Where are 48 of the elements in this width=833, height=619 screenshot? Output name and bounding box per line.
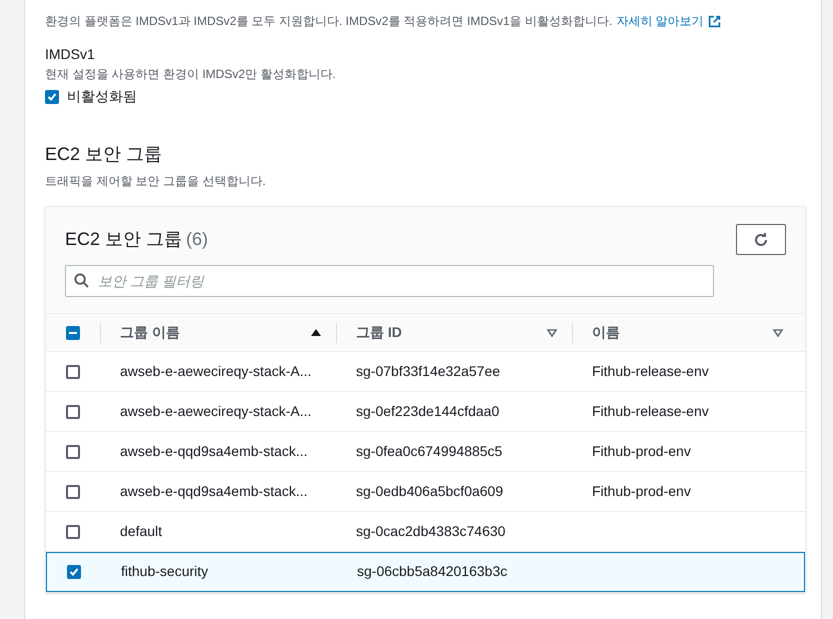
table-cell: awseb-e-qqd9sa4emb-stack... <box>120 482 308 498</box>
row-checkbox[interactable] <box>66 404 80 418</box>
column-header[interactable]: 이름 <box>592 322 620 343</box>
table-title: EC2 보안 그룹 <box>65 228 182 251</box>
table-cell: awseb-e-qqd9sa4emb-stack... <box>120 442 308 458</box>
table-cell: sg-0ef223de144cfdaa0 <box>356 402 500 418</box>
field-hint: 현재 설정을 사용하면 환경이 IMDSv2만 활성화합니다. <box>45 66 337 83</box>
refresh-icon <box>753 232 769 248</box>
row-checkbox[interactable] <box>66 364 80 378</box>
field-label: IMDSv1 <box>45 45 96 64</box>
table-cell: Fithub-prod-env <box>592 482 691 498</box>
table-cell: awseb-e-aewecireqy-stack-A... <box>120 362 312 378</box>
table-cell: sg-0fea0c674994885c5 <box>356 442 502 458</box>
table-cell: awseb-e-aewecireqy-stack-A... <box>120 402 312 418</box>
search-field[interactable]: 보안 그룹 필터링 <box>65 265 714 297</box>
imds-description: 환경의 플랫폼은 IMDSv1과 IMDSv2를 모두 지원합니다. IMDSv2를 적용하려면 IMDSv1을 비활성화합니다. <box>45 13 612 30</box>
row-checkbox[interactable] <box>66 484 80 498</box>
table-cell: fithub-security <box>121 563 208 579</box>
column-header[interactable]: 그룹 이름 <box>120 322 180 343</box>
select-all-checkbox[interactable] <box>66 326 80 340</box>
table-row[interactable]: awseb-e-aewecireqy-stack-A... sg-07bf33f14e32a57ee Fithub-release-env <box>46 352 805 392</box>
table-cell: sg-0edb406a5bcf0a609 <box>356 482 504 498</box>
column-header[interactable]: 그룹 ID <box>356 322 402 343</box>
search-icon <box>74 273 89 288</box>
row-checkbox[interactable] <box>67 565 81 579</box>
table-cell: sg-07bf33f14e32a57ee <box>356 362 500 378</box>
table-row[interactable]: awseb-e-qqd9sa4emb-stack... sg-0fea0c674994885c5 Fithub-prod-env <box>46 432 805 472</box>
row-checkbox[interactable] <box>66 444 80 458</box>
table-row[interactable]: default sg-0cac2db4383c74630 <box>46 512 805 552</box>
table-cell: Fithub-prod-env <box>592 442 691 458</box>
table-cell: default <box>120 522 162 538</box>
section-title: EC2 보안 그룹 <box>45 143 164 166</box>
row-checkbox[interactable] <box>66 524 80 538</box>
sort-icon[interactable] <box>310 327 322 338</box>
checkbox[interactable] <box>45 90 59 104</box>
learn-more-link[interactable]: 자세히 알아보기 <box>616 12 704 30</box>
external-link-icon <box>708 14 721 28</box>
table-cell: Fithub-release-env <box>592 362 709 378</box>
table-row[interactable]: awseb-e-aewecireqy-stack-A... sg-0ef223de144cfdaa0 Fithub-release-env <box>46 392 805 432</box>
table-row[interactable]: fithub-security sg-06cbb5a8420163b3c <box>46 552 805 592</box>
table-cell: sg-0cac2db4383c74630 <box>356 522 506 538</box>
checkbox-label: 비활성화됨 <box>67 87 137 106</box>
table-cell: sg-06cbb5a8420163b3c <box>357 563 508 579</box>
section-description: 트래픽을 제어할 보안 그룹을 선택합니다. <box>45 173 267 190</box>
table-cell: Fithub-release-env <box>592 402 709 418</box>
item-count: (6) <box>186 228 208 251</box>
table-row[interactable]: awseb-e-qqd9sa4emb-stack... sg-0edb406a5bcf0a609 Fithub-prod-env <box>46 472 805 512</box>
refresh-button[interactable] <box>736 224 786 255</box>
